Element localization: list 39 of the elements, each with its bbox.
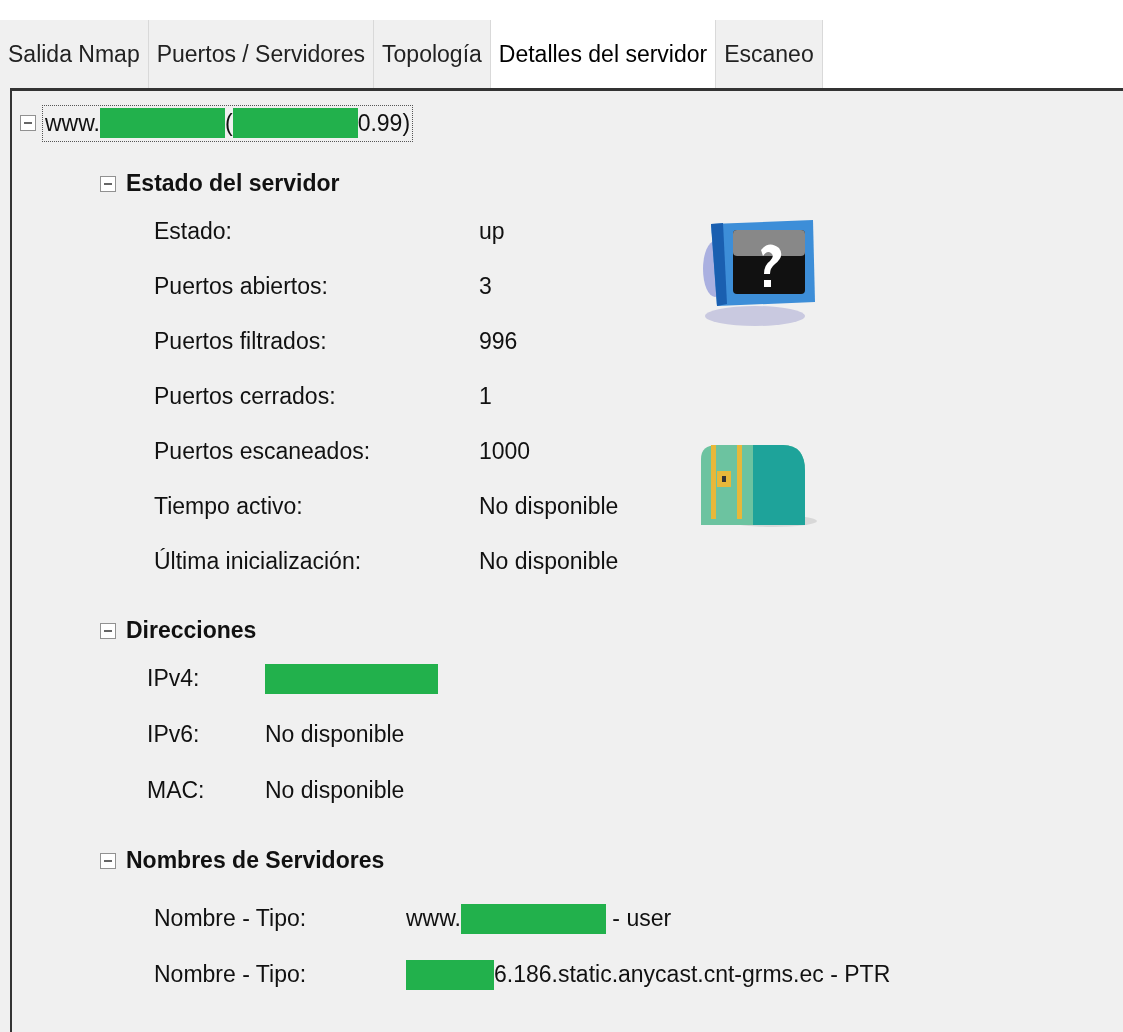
tab[interactable]: Escaneo: [716, 20, 823, 88]
field-label: IPv6:: [147, 720, 201, 750]
field-label: Nombre - Tipo:: [154, 960, 308, 990]
host-node[interactable]: www. ( 0.99): [42, 105, 414, 142]
value-text: 1: [479, 381, 492, 411]
tab[interactable]: Salida Nmap: [0, 20, 149, 88]
value-text: No disponible: [265, 720, 405, 750]
value-text: 0.99): [357, 109, 411, 138]
value-text: No disponible: [479, 491, 619, 521]
value-text: No disponible: [265, 776, 405, 806]
section-title: Estado del servidor: [126, 169, 340, 199]
value-text: 996: [479, 326, 518, 356]
section-title: Direcciones: [126, 616, 257, 646]
value-text: - user: [611, 904, 672, 934]
collapse-icon[interactable]: [100, 175, 116, 192]
tab[interactable]: Puertos / Servidores: [148, 20, 375, 88]
field-label: Puertos abiertos:: [154, 271, 329, 301]
tab[interactable]: Topología: [374, 20, 491, 88]
collapse-icon[interactable]: [100, 852, 116, 869]
value-text: 3: [479, 271, 492, 301]
section-title: Nombres de Servidores: [126, 846, 385, 876]
field-label: Última inicialización:: [154, 546, 363, 576]
field-label: Puertos cerrados:: [154, 381, 337, 411]
field-label: MAC:: [147, 776, 206, 806]
field-label: Nombre - Tipo:: [154, 904, 308, 934]
collapse-icon[interactable]: [100, 622, 116, 639]
value-text: www.: [45, 109, 100, 138]
value-text: www.: [406, 904, 461, 934]
field-label: Tiempo activo:: [154, 491, 304, 521]
field-label: Puertos filtrados:: [154, 326, 328, 356]
field-label: Puertos escaneados:: [154, 436, 372, 466]
collapse-icon[interactable]: [20, 115, 36, 132]
field-label: Estado:: [154, 216, 233, 246]
value-text: No disponible: [479, 546, 619, 576]
value-text: 6.186.static.anycast.cnt-grms.ec - PTR: [494, 960, 891, 990]
field-label: IPv4:: [147, 664, 201, 694]
value-text: 1000: [479, 436, 531, 466]
value-text: (: [224, 109, 233, 138]
value-text: up: [479, 216, 505, 246]
